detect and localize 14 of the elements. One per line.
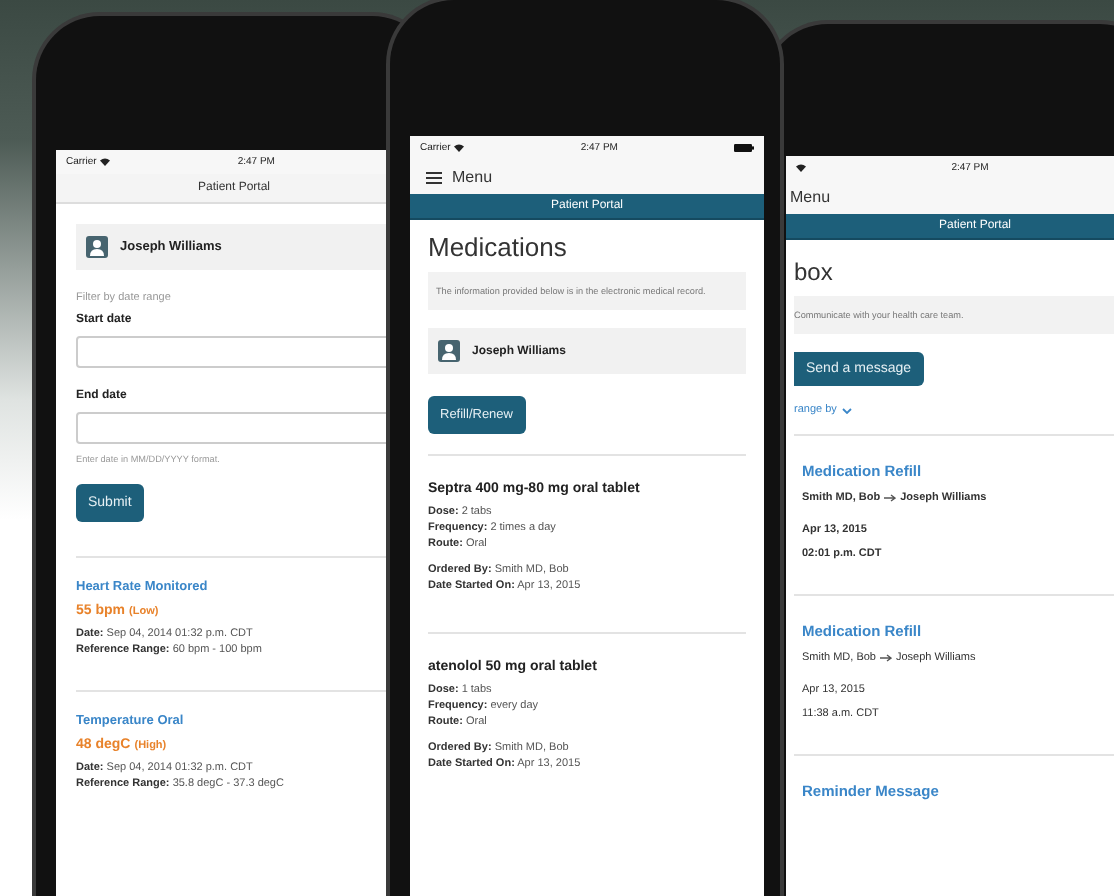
menu-label[interactable]: Menu: [790, 188, 831, 206]
menu-icon[interactable]: [426, 171, 442, 183]
arrow-right-icon: [879, 654, 892, 662]
battery-icon: [734, 144, 754, 152]
chevron-down-icon: [842, 407, 853, 413]
page-title: Medications: [428, 232, 569, 262]
wifi-icon: [454, 144, 465, 152]
wifi-icon: [100, 158, 111, 166]
person-icon: [438, 340, 460, 362]
arrow-right-icon: [884, 494, 897, 502]
person-icon: [86, 236, 108, 258]
menu-label[interactable]: Menu: [452, 168, 493, 186]
page-title: box: [794, 258, 835, 286]
wifi-icon: [796, 164, 806, 172]
